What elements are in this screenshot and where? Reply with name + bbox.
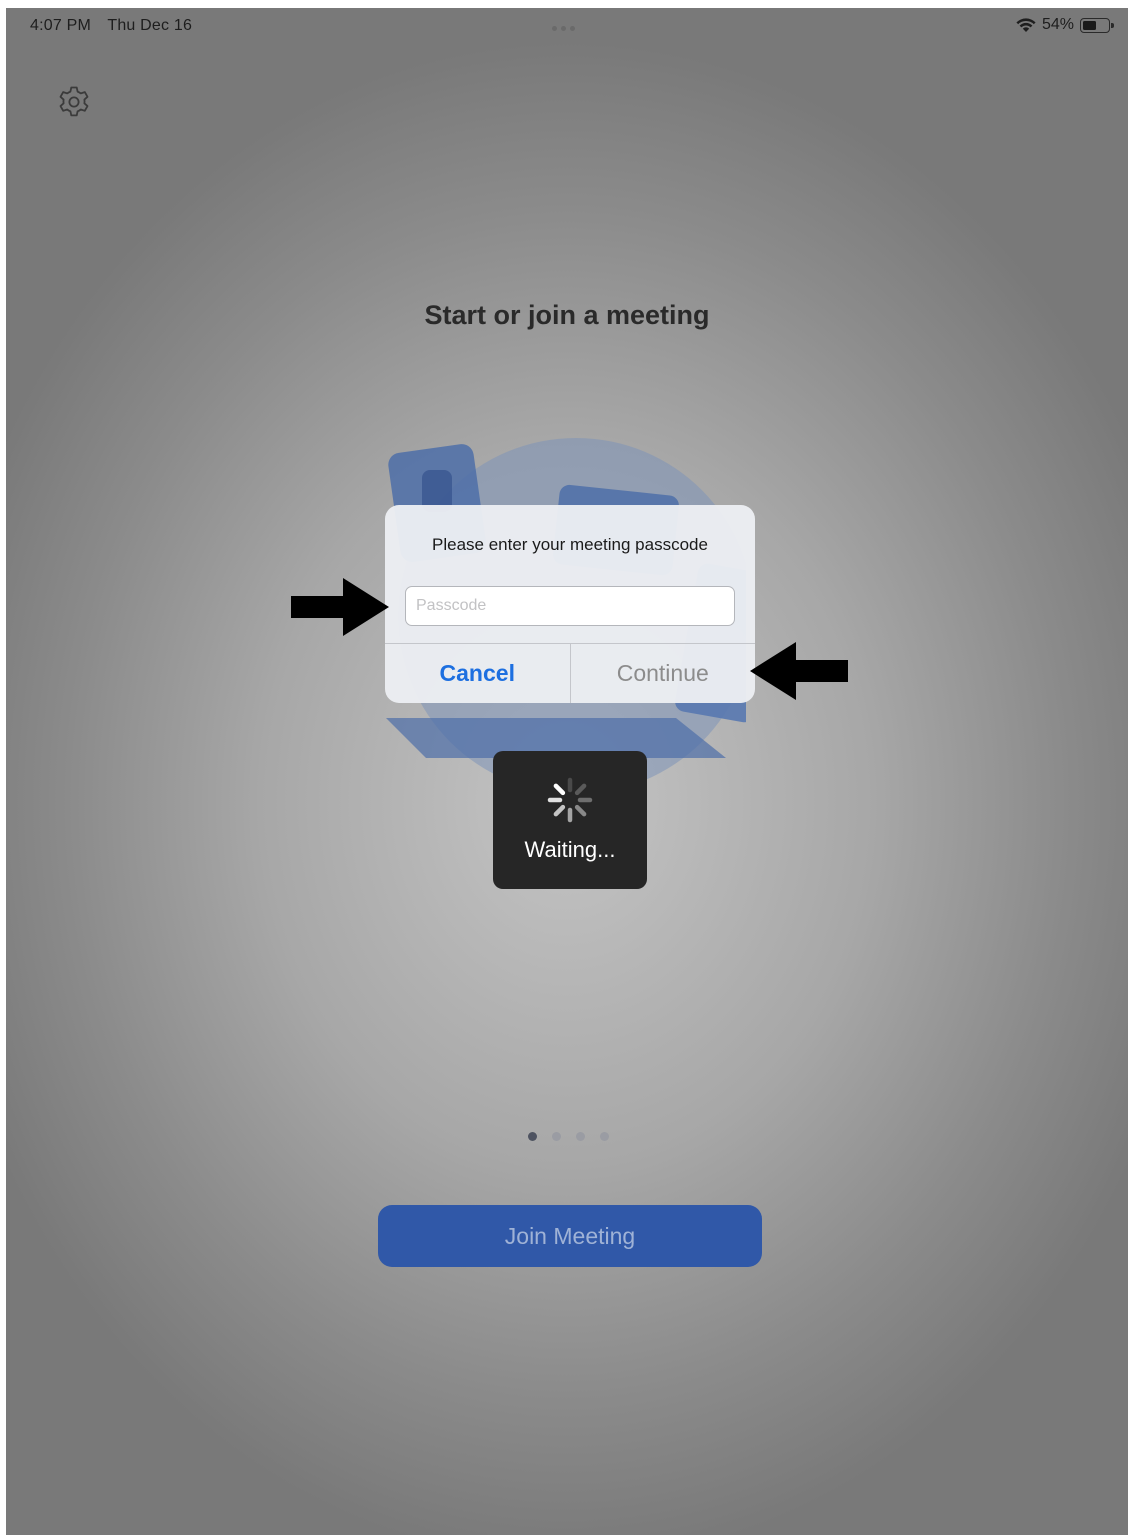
battery-icon xyxy=(1080,17,1114,33)
join-meeting-button[interactable]: Join Meeting xyxy=(378,1205,762,1267)
status-bar-left: 4:07 PM Thu Dec 16 xyxy=(30,17,204,35)
status-bar-right: 54% xyxy=(1016,16,1114,34)
gear-icon[interactable] xyxy=(56,84,92,120)
arrow-left-icon xyxy=(750,642,848,700)
continue-button[interactable]: Continue xyxy=(571,644,756,703)
cancel-button[interactable]: Cancel xyxy=(385,644,571,703)
page-indicator[interactable] xyxy=(528,1132,609,1141)
status-date: Thu Dec 16 xyxy=(107,17,193,34)
app-screen: 4:07 PM Thu Dec 16 54% Start or join a m… xyxy=(6,8,1128,1535)
page-dot[interactable] xyxy=(600,1132,609,1141)
page-dot[interactable] xyxy=(552,1132,561,1141)
page-title: Start or join a meeting xyxy=(424,300,710,330)
wifi-icon xyxy=(1016,17,1036,32)
passcode-dialog: Please enter your meeting passcode Cance… xyxy=(385,505,755,703)
dialog-message: Please enter your meeting passcode xyxy=(432,535,708,554)
waiting-text: Waiting... xyxy=(524,837,616,862)
arrow-right-icon xyxy=(291,578,389,636)
waiting-overlay: Waiting... xyxy=(493,751,647,889)
multitasking-dots-icon[interactable] xyxy=(552,26,575,31)
battery-percent: 54% xyxy=(1041,16,1074,33)
passcode-input[interactable] xyxy=(405,586,735,626)
dialog-button-row: Cancel Continue xyxy=(385,643,755,703)
spinner-icon xyxy=(547,777,593,823)
status-time: 4:07 PM xyxy=(30,17,91,34)
page-dot[interactable] xyxy=(576,1132,585,1141)
page-dot[interactable] xyxy=(528,1132,537,1141)
